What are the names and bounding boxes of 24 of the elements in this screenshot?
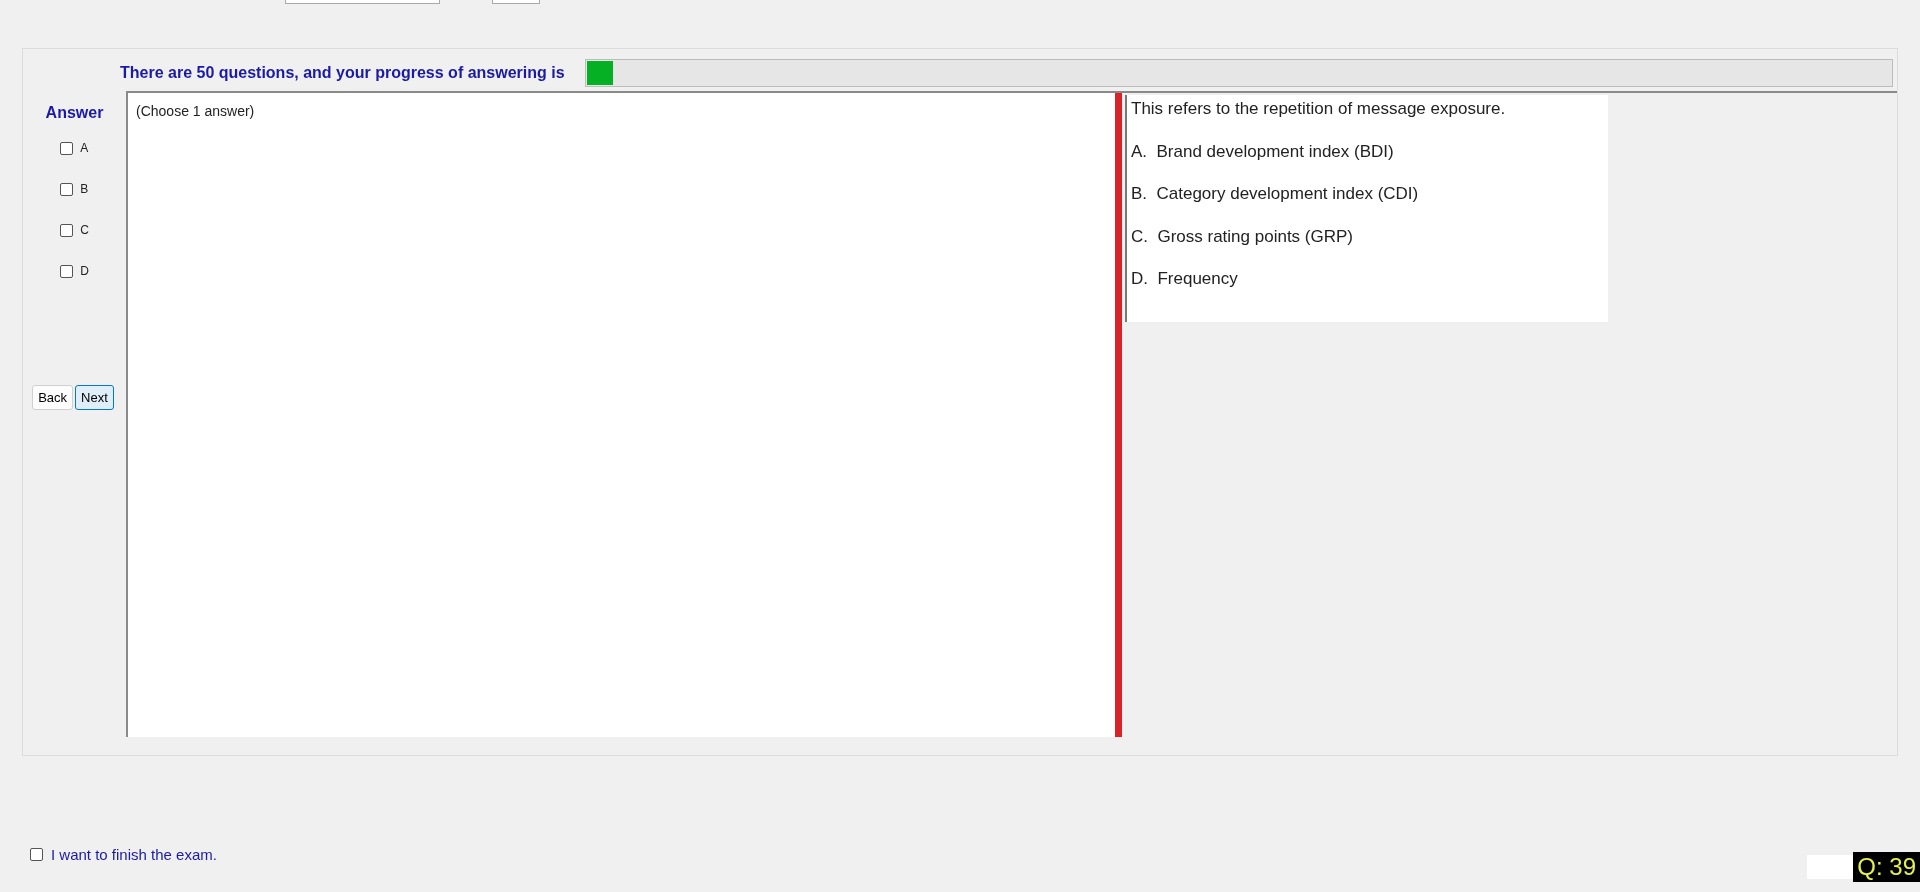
question-number: Q: 39 bbox=[1853, 852, 1920, 882]
instruction-text: (Choose 1 answer) bbox=[136, 103, 255, 119]
choice-text: D. Frequency bbox=[1131, 268, 1239, 290]
finish-label: I want to finish the exam. bbox=[51, 844, 217, 865]
choice-text: C. Gross rating points (GRP) bbox=[1131, 225, 1354, 248]
nav-button[interactable]: Back bbox=[32, 385, 74, 410]
answer-title: Answer bbox=[45, 103, 104, 123]
dropdown-field[interactable] bbox=[492, 0, 540, 4]
text-field[interactable] bbox=[1807, 855, 1854, 879]
answer-checkbox[interactable] bbox=[60, 264, 74, 278]
answer-checkbox[interactable] bbox=[60, 182, 74, 196]
progress-label: There are 50 questions, and your progress of answering is bbox=[120, 63, 565, 83]
choice-text: B. Category development index (CDI) bbox=[1131, 183, 1420, 205]
option-label: D bbox=[80, 263, 89, 280]
nav-button[interactable]: Next bbox=[75, 385, 114, 410]
option-label: A bbox=[80, 140, 89, 157]
question-text: This refers to the repetition of message exposure. bbox=[1131, 98, 1507, 120]
answer-checkbox[interactable] bbox=[60, 141, 74, 155]
finish-checkbox[interactable] bbox=[30, 848, 43, 862]
answer-checkbox[interactable] bbox=[60, 223, 74, 237]
option-label: C bbox=[80, 222, 89, 239]
choice-text: A. Brand development index (BDI) bbox=[1131, 140, 1395, 163]
dropdown-field[interactable] bbox=[285, 0, 440, 4]
option-label: B bbox=[80, 181, 89, 198]
